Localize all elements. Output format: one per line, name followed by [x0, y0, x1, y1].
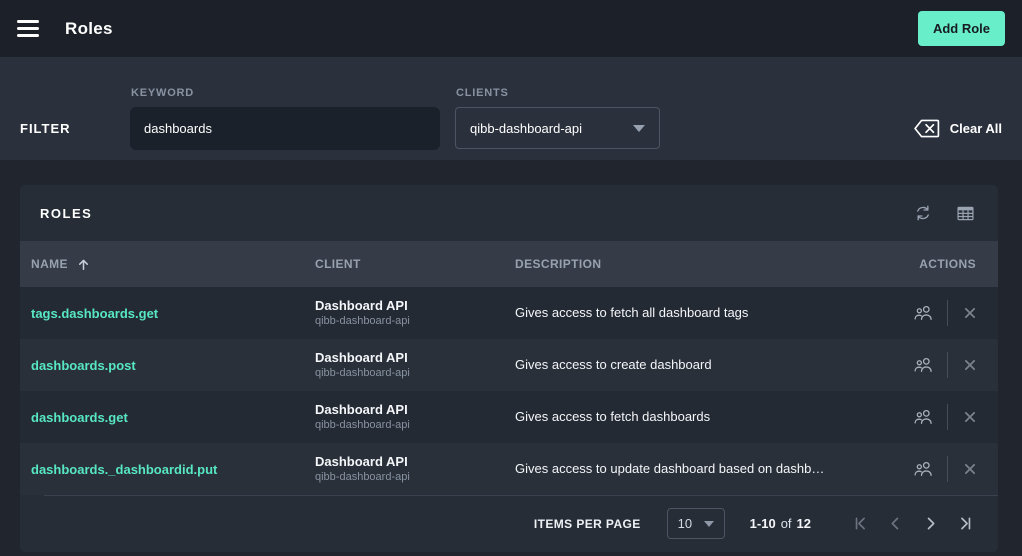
assign-users-icon[interactable]: [912, 406, 934, 428]
page-size-value: 10: [677, 516, 693, 531]
keyword-label: KEYWORD: [131, 87, 195, 99]
row-actions: [880, 352, 998, 378]
last-page-icon[interactable]: [956, 514, 975, 533]
table-body: tags.dashboards.get Dashboard API qibb-d…: [20, 287, 998, 495]
roles-card: ROLES NAME CLIENT DESCRIPTION ACTIONS ta…: [20, 185, 998, 552]
role-description: Gives access to fetch all dashboard tags: [515, 305, 749, 320]
clear-all-label: Clear All: [949, 120, 1002, 136]
client-cell: Dashboard API qibb-dashboard-api: [315, 453, 515, 485]
row-actions: [880, 300, 998, 326]
table-row: tags.dashboards.get Dashboard API qibb-d…: [20, 287, 998, 339]
clients-selected-value: qibb-dashboard-api: [470, 120, 583, 136]
previous-page-icon[interactable]: [886, 514, 905, 533]
role-description: Gives access to fetch dashboards: [515, 409, 711, 424]
filter-bar: FILTER KEYWORD CLIENTS qibb-dashboard-ap…: [0, 57, 1022, 160]
filter-section-label: FILTER: [20, 121, 71, 136]
client-name: Dashboard API: [315, 401, 408, 417]
client-cell: Dashboard API qibb-dashboard-api: [315, 297, 515, 329]
clients-select[interactable]: qibb-dashboard-api: [455, 107, 660, 149]
client-id: qibb-dashboard-api: [315, 367, 410, 380]
menu-icon[interactable]: [17, 20, 39, 37]
role-name-link[interactable]: dashboards._dashboardid.put: [31, 462, 217, 477]
roles-page: Roles Add Role FILTER KEYWORD CLIENTS qi…: [0, 0, 1022, 556]
assign-users-icon[interactable]: [912, 458, 934, 480]
table-row: dashboards._dashboardid.put Dashboard AP…: [20, 443, 998, 495]
app-header: Roles Add Role: [0, 0, 1022, 57]
client-cell: Dashboard API qibb-dashboard-api: [315, 401, 515, 433]
actions-divider: [947, 456, 948, 482]
actions-divider: [947, 352, 948, 378]
role-description: Gives access to create dashboard: [515, 357, 712, 372]
table-row: dashboards.get Dashboard API qibb-dashbo…: [20, 391, 998, 443]
client-name: Dashboard API: [315, 297, 408, 313]
row-actions: [880, 456, 998, 482]
remove-role-icon[interactable]: [961, 356, 979, 374]
row-actions: [880, 404, 998, 430]
pagination-range: 1-10 of 12: [750, 516, 811, 531]
card-toolbar: [913, 203, 976, 224]
client-id: qibb-dashboard-api: [315, 315, 410, 328]
page-title: Roles: [65, 18, 113, 38]
remove-role-icon[interactable]: [961, 408, 979, 426]
keyword-input[interactable]: [130, 107, 440, 150]
range-of-label: of: [780, 516, 792, 531]
add-role-button[interactable]: Add Role: [917, 11, 1005, 46]
client-name: Dashboard API: [315, 349, 408, 365]
table-grid-icon[interactable]: [955, 203, 976, 224]
next-page-icon[interactable]: [921, 514, 940, 533]
pagination-bar: ITEMS PER PAGE 10 1-10 of 12: [20, 495, 998, 552]
roles-card-title: ROLES: [40, 205, 93, 221]
assign-users-icon[interactable]: [912, 354, 934, 376]
role-name-link[interactable]: tags.dashboards.get: [31, 306, 158, 321]
clients-label: CLIENTS: [456, 87, 509, 99]
roles-card-header: ROLES: [20, 185, 998, 241]
pagination-nav: [851, 514, 975, 533]
role-name-link[interactable]: dashboards.post: [31, 358, 136, 373]
client-name: Dashboard API: [315, 453, 408, 469]
role-name-link[interactable]: dashboards.get: [31, 410, 128, 425]
backspace-icon: [913, 118, 941, 139]
actions-divider: [947, 404, 948, 430]
table-row: dashboards.post Dashboard API qibb-dashb…: [20, 339, 998, 391]
assign-users-icon[interactable]: [912, 302, 934, 324]
client-id: qibb-dashboard-api: [315, 419, 410, 432]
chevron-down-icon: [633, 124, 645, 132]
column-header-client: CLIENT: [315, 257, 361, 271]
sort-ascending-icon[interactable]: [76, 257, 91, 272]
column-header-description: DESCRIPTION: [515, 257, 602, 271]
chevron-down-icon: [703, 520, 714, 527]
remove-role-icon[interactable]: [961, 304, 979, 322]
range-total: 12: [796, 516, 811, 531]
column-header-name[interactable]: NAME: [31, 257, 68, 271]
first-page-icon[interactable]: [851, 514, 870, 533]
clear-all-button[interactable]: Clear All: [913, 107, 1002, 149]
table-header-row: NAME CLIENT DESCRIPTION ACTIONS: [20, 241, 998, 287]
remove-role-icon[interactable]: [961, 460, 979, 478]
refresh-icon[interactable]: [913, 203, 933, 223]
actions-divider: [947, 300, 948, 326]
page-size-select[interactable]: 10: [666, 508, 725, 539]
range-value: 1-10: [749, 516, 776, 531]
client-cell: Dashboard API qibb-dashboard-api: [315, 349, 515, 381]
client-id: qibb-dashboard-api: [315, 471, 410, 484]
items-per-page-label: ITEMS PER PAGE: [533, 516, 641, 531]
role-description: Gives access to update dashboard based o…: [515, 461, 825, 476]
column-header-actions: ACTIONS: [919, 257, 976, 271]
